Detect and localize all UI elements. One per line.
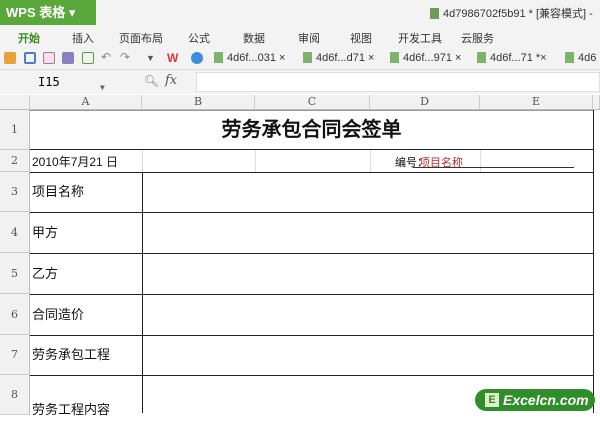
row-header-4[interactable]: 4 <box>0 212 30 253</box>
select-all-corner[interactable] <box>0 95 30 110</box>
column-header-f[interactable] <box>593 95 600 110</box>
row-header-1[interactable]: 1 <box>0 110 30 150</box>
quick-toolbar: ↶ ↷ ▼ W 4d6f...031 × 4d6f...d71 × 4d6f..… <box>0 47 600 70</box>
undo-icon[interactable]: ↶ <box>101 50 113 64</box>
file-tab-label: 4d6f...971 × <box>403 52 462 64</box>
document-title-text: 4d7986702f5b91 * [兼容模式] - <box>443 8 593 20</box>
tab-page-layout[interactable]: 页面布局 <box>119 30 163 46</box>
ribbon-tabs: 开始 插入 页面布局 公式 数据 审阅 视图 开发工具 云服务 <box>0 25 600 47</box>
wps-logo-icon[interactable]: W <box>167 51 179 65</box>
file-tab-label: 4d6f...d71 × <box>316 52 375 64</box>
sheet-file-icon <box>303 52 312 63</box>
label-project-name[interactable]: 项目名称 <box>32 172 84 212</box>
file-tab[interactable]: 4d6f...031 × <box>214 52 285 64</box>
column-header-c[interactable]: C <box>255 95 370 110</box>
tab-review[interactable]: 审阅 <box>298 30 320 46</box>
column-header-e[interactable]: E <box>480 95 593 110</box>
border <box>30 253 593 254</box>
tab-developer[interactable]: 开发工具 <box>398 30 442 46</box>
gridline <box>255 150 256 172</box>
customize-dropdown-icon[interactable]: ▼ <box>146 53 158 65</box>
open-icon[interactable] <box>4 52 16 64</box>
row-header-5[interactable]: 5 <box>0 253 30 294</box>
column-header-b[interactable]: B <box>142 95 255 110</box>
tab-insert[interactable]: 插入 <box>72 30 94 46</box>
label-party-b[interactable]: 乙方 <box>32 253 58 294</box>
file-tab-label: 4d6f...71 *× <box>490 52 547 64</box>
file-tab[interactable]: 4d6 <box>565 52 596 64</box>
file-tab[interactable]: 4d6f...971 × <box>390 52 461 64</box>
label-contract-price[interactable]: 合同造价 <box>32 294 84 335</box>
sheet-file-icon <box>390 52 399 63</box>
row-header-7[interactable]: 7 <box>0 335 30 375</box>
border <box>593 110 594 413</box>
column-header-a[interactable]: A <box>30 95 142 110</box>
sheet-file-icon <box>565 52 574 63</box>
border <box>30 212 593 213</box>
watermark-text: Excelcn.com <box>503 392 589 408</box>
save-icon[interactable] <box>24 52 36 64</box>
function-icon[interactable]: fx <box>165 73 177 88</box>
label-party-a[interactable]: 甲方 <box>32 212 58 253</box>
file-tab-label: 4d6 <box>578 52 597 64</box>
name-box[interactable]: I15 ▼ <box>0 72 108 92</box>
tab-cloud[interactable]: 云服务 <box>461 30 494 46</box>
zoom-icon[interactable]: 🔍︎ <box>144 74 159 88</box>
title-bar: WPS 表格 ▾ 4d7986702f5b91 * [兼容模式] - <box>0 0 600 25</box>
tab-home[interactable]: 开始 <box>18 30 40 46</box>
row-header-3[interactable]: 3 <box>0 172 30 212</box>
date-cell[interactable]: 2010年7月21 日 <box>32 153 118 170</box>
sheet-file-icon <box>477 52 486 63</box>
file-tab[interactable]: 4d6f...d71 × <box>303 52 374 64</box>
border <box>142 172 143 413</box>
label-labor-content[interactable]: 劳务工程内容 <box>32 395 110 425</box>
border <box>30 294 593 295</box>
export-pdf-icon[interactable] <box>43 52 55 64</box>
tab-view[interactable]: 视图 <box>350 30 372 46</box>
border <box>30 375 593 376</box>
print-icon[interactable] <box>62 52 74 64</box>
formula-input[interactable] <box>196 72 600 92</box>
sheet-title-cell[interactable]: 劳务承包合同会签单 <box>30 110 593 149</box>
redo-icon[interactable]: ↷ <box>120 50 132 64</box>
border <box>30 149 593 150</box>
row-header-6[interactable]: 6 <box>0 294 30 335</box>
row-header-2[interactable]: 2 <box>0 150 30 172</box>
gridline <box>142 150 143 172</box>
column-header-d[interactable]: D <box>370 95 480 110</box>
tab-formulas[interactable]: 公式 <box>188 30 210 46</box>
watermark-logo: E Excelcn.com <box>475 389 595 411</box>
border <box>30 172 593 173</box>
file-tab[interactable]: 4d6f...71 *× <box>477 52 547 64</box>
cube-icon[interactable] <box>191 52 203 64</box>
watermark-e-icon: E <box>485 393 499 407</box>
row-header-8[interactable]: 8 <box>0 375 30 415</box>
document-title: 4d7986702f5b91 * [兼容模式] - <box>430 5 593 21</box>
app-menu-button[interactable]: WPS 表格 ▾ <box>0 0 96 25</box>
sheet-file-icon <box>214 52 223 63</box>
label-labor-project[interactable]: 劳务承包工程 <box>32 335 110 375</box>
tab-data[interactable]: 数据 <box>243 30 265 46</box>
print-preview-icon[interactable] <box>82 52 94 64</box>
name-box-value: I15 <box>38 75 60 89</box>
document-icon <box>430 8 439 19</box>
border <box>30 335 593 336</box>
number-value[interactable]: 项目名称 <box>413 154 574 169</box>
app-name: WPS 表格 <box>6 5 66 20</box>
gridline <box>370 150 371 172</box>
file-tab-label: 4d6f...031 × <box>227 52 286 64</box>
